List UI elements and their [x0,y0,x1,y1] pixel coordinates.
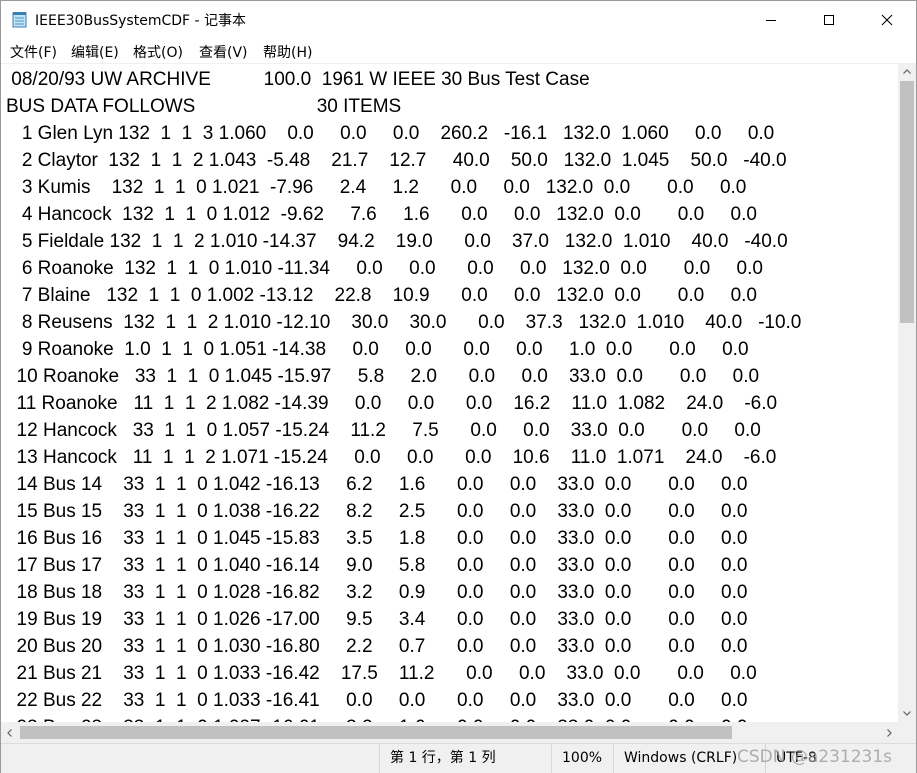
chevron-up-icon [903,69,911,74]
notepad-icon [12,12,27,28]
menu-help[interactable]: 帮助(H) [262,42,313,62]
horizontal-scroll-thumb[interactable] [20,726,732,739]
status-bar: 第 1 行，第 1 列 100% Windows (CRLF) UTF-8 [1,743,916,773]
status-line-ending: Windows (CRLF) [613,744,765,773]
scroll-down-button[interactable] [898,705,916,722]
minimize-button[interactable] [742,1,800,38]
maximize-icon [824,14,834,25]
scroll-left-button[interactable] [1,722,18,743]
menu-format[interactable]: 格式(O) [132,42,184,62]
scroll-corner [898,722,916,743]
status-encoding: UTF-8 [765,744,916,773]
close-button[interactable] [858,1,916,38]
minimize-icon [766,19,776,21]
text-editor[interactable]: 08/20/93 UW ARCHIVE 100.0 1961 W IEEE 30… [1,63,898,723]
close-icon [881,14,893,25]
menu-file[interactable]: 文件(F) [9,42,58,62]
title-bar[interactable]: IEEE30BusSystemCDF - 记事本 [1,1,916,38]
status-zoom: 100% [551,744,613,773]
vertical-scrollbar[interactable] [898,63,916,722]
scroll-up-button[interactable] [898,63,916,80]
status-cursor-position: 第 1 行，第 1 列 [379,744,551,773]
chevron-right-icon [887,728,892,737]
menu-edit[interactable]: 编辑(E) [70,42,120,62]
chevron-down-icon [903,711,911,716]
vertical-scroll-thumb[interactable] [900,81,914,323]
menu-view[interactable]: 查看(V) [198,42,249,62]
scroll-right-button[interactable] [881,722,898,743]
horizontal-scrollbar[interactable] [1,722,898,743]
menu-bar: 文件(F) 编辑(E) 格式(O) 查看(V) 帮助(H) [1,38,916,63]
notepad-window: IEEE30BusSystemCDF - 记事本 文件(F) 编辑(E) 格式(… [0,0,917,773]
chevron-left-icon [7,728,12,737]
window-title: IEEE30BusSystemCDF - 记事本 [35,13,247,29]
maximize-button[interactable] [800,1,858,38]
document-text[interactable]: 08/20/93 UW ARCHIVE 100.0 1961 W IEEE 30… [6,66,801,723]
